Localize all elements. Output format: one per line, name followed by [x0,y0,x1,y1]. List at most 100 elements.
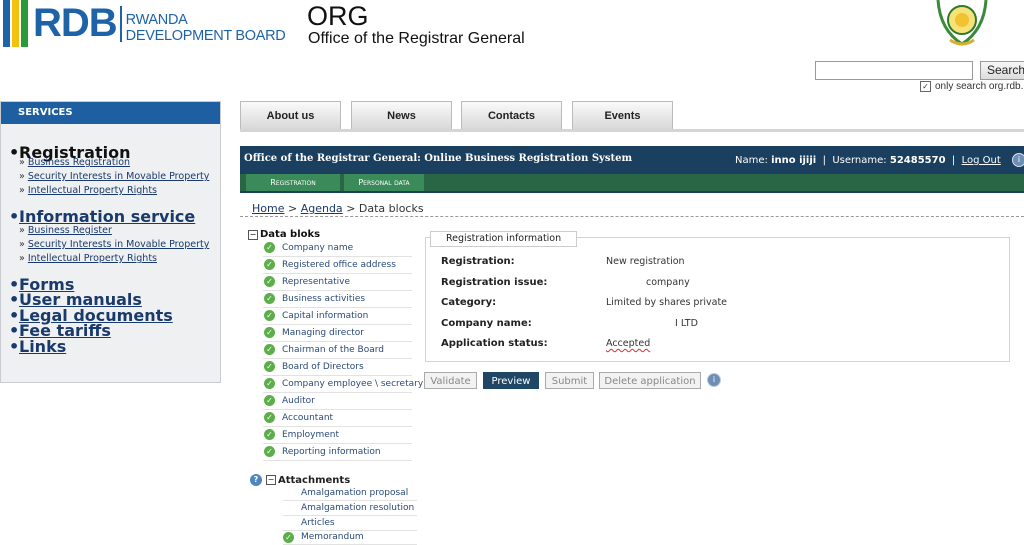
registration-row: Registration issue: company [441,277,1001,293]
preview-button[interactable]: Preview [483,372,539,389]
data-block-label[interactable]: Capital information [282,311,368,321]
only-search-checkbox[interactable]: ✓ [920,81,931,92]
flag-stripe [12,0,19,47]
data-block-item[interactable]: ✓ Registered office address [263,256,412,274]
data-block-label[interactable]: Auditor [282,396,315,406]
tabs-divider [240,129,1024,132]
services-item[interactable]: » Business Register [19,225,112,236]
collapse-icon[interactable]: − [266,475,276,485]
data-block-item[interactable]: ✓ Capital information [263,307,412,325]
data-block-item[interactable]: ✓ Auditor [263,392,412,410]
only-search-option[interactable]: ✓ only search org.rdb.r [920,81,1024,92]
tab-about-us[interactable]: About us [240,101,341,129]
check-icon: ✓ [264,412,275,423]
services-item-link[interactable]: Security Interests in Movable Property [28,239,209,250]
registration-label: Application status: [441,338,548,349]
logout-link[interactable]: Log Out [962,155,1001,166]
data-block-item[interactable]: ✓ Chairman of the Board [263,341,412,359]
subtab-registration[interactable]: Registration [246,174,340,191]
services-item-link[interactable]: Intellectual Property Rights [28,185,157,196]
services-item[interactable]: » Security Interests in Movable Property [19,239,209,250]
services-link-links[interactable]: •Links [9,337,66,356]
org-subtitle: Office of the Registrar General [308,30,525,47]
data-block-label[interactable]: Chairman of the Board [282,345,384,355]
tab-contacts[interactable]: Contacts [461,101,562,129]
data-block-label[interactable]: Accountant [282,413,333,423]
services-title: SERVICES [1,102,220,124]
breadcrumb-agenda[interactable]: Agenda [301,202,343,215]
services-item-link[interactable]: Business Registration [28,157,130,168]
attachment-label[interactable]: Articles [283,518,335,528]
check-icon: ✓ [264,361,275,372]
data-block-label[interactable]: Board of Directors [282,362,364,372]
tab-events[interactable]: Events [572,101,673,129]
help-icon[interactable]: i [1011,153,1024,167]
data-block-label[interactable]: Business activities [282,294,365,304]
breadcrumb-sep: > [346,202,356,215]
data-block-item[interactable]: ✓ Employment [263,426,412,444]
attachment-item[interactable]: Amalgamation proposal [283,486,417,501]
services-information-label[interactable]: Information service [19,207,195,226]
attachment-item[interactable]: Amalgamation resolution [283,501,417,516]
services-information[interactable]: •Information service [9,207,195,226]
data-block-item[interactable]: ✓ Business activities [263,290,412,308]
collapse-icon[interactable]: − [248,229,258,240]
data-block-item[interactable]: ✓ Reporting information [263,443,412,461]
check-icon: ✓ [264,242,275,253]
data-block-item[interactable]: ✓ Accountant [263,409,412,427]
services-link-label[interactable]: Links [19,337,66,356]
subtab-personal-data[interactable]: Personal data [344,174,424,191]
help-icon[interactable]: ? [250,474,262,486]
attachments-header[interactable]: ? − Attachments [250,474,350,486]
data-block-label[interactable]: Employment [282,430,339,440]
username-value: 52485570 [889,155,946,166]
validate-button[interactable]: Validate [424,372,477,389]
registration-value: New registration [606,256,685,267]
data-block-item[interactable]: ✓ Board of Directors [263,358,412,376]
services-item[interactable]: » Intellectual Property Rights [19,185,157,196]
check-icon: ✓ [264,446,275,457]
services-item[interactable]: » Business Registration [19,157,130,168]
submit-button[interactable]: Submit [545,372,594,389]
help-icon[interactable]: i [707,373,721,387]
services-item[interactable]: » Intellectual Property Rights [19,253,157,264]
delete-application-button[interactable]: Delete application [599,372,701,389]
check-icon: ✓ [264,395,275,406]
flag-stripe [3,0,10,47]
registration-value: I LTD [675,318,698,329]
services-item-link[interactable]: Business Register [28,225,112,236]
data-block-label[interactable]: Company name [282,243,353,253]
registration-label: Registration: [441,256,515,267]
breadcrumb: Home > Agenda > Data blocks [252,202,424,215]
data-block-label[interactable]: Company employee \ secretary [282,379,423,389]
tab-news[interactable]: News [351,101,452,129]
data-block-label[interactable]: Reporting information [282,447,381,457]
check-icon: ✓ [264,327,275,338]
rdb-logo[interactable]: RDB RWANDA DEVELOPMENT BOARD [3,0,286,48]
search-button[interactable]: Search [980,61,1024,80]
check-icon: ✓ [264,276,275,287]
data-block-label[interactable]: Registered office address [282,260,396,270]
services-item[interactable]: » Security Interests in Movable Property [19,171,209,182]
only-search-label: only search org.rdb.r [935,81,1024,92]
services-item-link[interactable]: Intellectual Property Rights [28,253,157,264]
name-label: Name: [735,155,768,166]
data-block-label[interactable]: Managing director [282,328,364,338]
data-block-label[interactable]: Representative [282,277,350,287]
attachment-item[interactable]: ✓ Memorandum [283,530,417,545]
breadcrumb-home[interactable]: Home [252,202,284,215]
check-icon: ✓ [264,429,275,440]
data-block-item[interactable]: ✓ Company employee \ secretary [263,375,423,393]
data-block-item[interactable]: ✓ Company name [263,239,412,257]
search-input[interactable] [815,61,973,80]
attachment-label[interactable]: Amalgamation resolution [283,503,414,513]
data-block-item[interactable]: ✓ Managing director [263,324,412,342]
system-subtabs: Registration Personal data [240,174,1024,193]
attachment-item[interactable]: Articles [283,516,417,531]
services-item-link[interactable]: Security Interests in Movable Property [28,171,209,182]
registration-label: Registration issue: [441,277,548,288]
data-block-item[interactable]: ✓ Representative [263,273,412,291]
registration-row: Company name: I LTD [441,318,1001,334]
system-title: Office of the Registrar General: Online … [244,153,633,164]
attachment-label[interactable]: Amalgamation proposal [283,488,408,498]
